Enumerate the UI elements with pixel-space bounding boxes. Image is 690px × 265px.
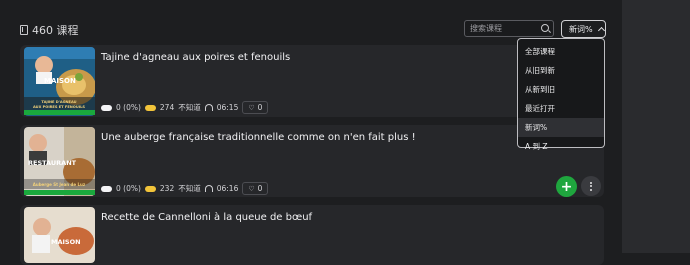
lingq-count: 232 — [159, 184, 175, 193]
thumb-caption: Auberge St Jean de Luz — [33, 182, 86, 187]
known-count: 0 (0%) — [116, 184, 141, 193]
status-label: 不知道 — [178, 184, 201, 193]
course-stats: 0 (0%) 232 不知道 06:16 ♡ 0 — [101, 182, 269, 195]
chevron-up-icon — [597, 26, 605, 35]
sort-dropdown-button[interactable]: 新词% — [561, 20, 606, 38]
progress-bar — [24, 190, 95, 195]
duration: 06:15 — [216, 103, 239, 112]
thumb-main-text: MAISON — [44, 77, 76, 85]
like-count: 0 — [257, 103, 263, 112]
like-count: 0 — [257, 184, 263, 193]
course-card[interactable]: MAISON Recette de Cannelloni à la queue … — [20, 205, 604, 265]
dot — [590, 181, 592, 184]
sort-option[interactable]: 从旧到新 — [518, 61, 604, 80]
sort-option[interactable]: 从新到旧 — [518, 80, 604, 99]
headphones-icon — [204, 185, 213, 192]
sort-option[interactable]: 最近打开 — [518, 99, 604, 118]
heart-icon: ♡ — [248, 103, 255, 112]
course-stats: 0 (0%) 274 不知道 06:15 ♡ 0 — [101, 101, 269, 114]
add-course-button[interactable]: + — [556, 176, 577, 197]
book-icon — [20, 25, 28, 35]
thumb-main-text: MAISON — [51, 238, 81, 246]
thumb-main-text: RESTAURANT — [28, 159, 77, 167]
course-title[interactable]: Recette de Cannelloni à la queue de bœuf — [101, 212, 312, 223]
sort-option[interactable]: 全部课程 — [518, 42, 604, 61]
course-thumbnail[interactable]: RESTAURANT Auberge St Jean de Luz — [24, 127, 95, 196]
known-count: 0 (0%) — [116, 103, 141, 112]
like-button[interactable]: ♡ 0 — [242, 101, 269, 114]
headphones-icon — [204, 104, 213, 111]
more-options-button[interactable] — [581, 176, 601, 196]
right-sidebar — [622, 0, 690, 253]
dot — [590, 185, 592, 187]
lingq-icon — [144, 185, 156, 192]
search-box[interactable] — [464, 20, 554, 37]
sort-option-selected[interactable]: 新词% — [518, 118, 604, 137]
sort-option[interactable]: A 到 Z — [518, 137, 604, 156]
heart-icon: ♡ — [248, 184, 255, 193]
course-count-header: 460 课程 — [20, 22, 79, 38]
duration: 06:16 — [216, 184, 239, 193]
course-title[interactable]: Une auberge française traditionnelle com… — [101, 132, 416, 143]
lingq-count: 274 — [159, 103, 175, 112]
search-icon[interactable] — [541, 24, 549, 32]
status-label: 不知道 — [178, 103, 201, 112]
search-input[interactable] — [470, 24, 540, 33]
svg-text:AUX POIRES ET FENOUILS: AUX POIRES ET FENOUILS — [33, 105, 85, 109]
dot — [590, 188, 592, 191]
lingq-icon — [144, 104, 156, 111]
known-words-icon — [101, 185, 112, 192]
known-words-icon — [101, 104, 112, 111]
progress-bar — [24, 110, 95, 115]
svg-text:TAJINE D'AGNEAU: TAJINE D'AGNEAU — [41, 100, 76, 104]
course-title[interactable]: Tajine d'agneau aux poires et fenouils — [101, 52, 290, 63]
course-thumbnail[interactable]: MAISON TAJINE D'AGNEAU AUX POIRES ET FEN… — [24, 47, 95, 116]
sort-current-label: 新词% — [569, 24, 593, 34]
sort-menu: 全部课程 从旧到新 从新到旧 最近打开 新词% A 到 Z — [517, 38, 605, 151]
like-button[interactable]: ♡ 0 — [242, 182, 269, 195]
course-thumbnail[interactable]: MAISON — [24, 207, 95, 263]
course-count-label: 460 课程 — [32, 24, 79, 37]
